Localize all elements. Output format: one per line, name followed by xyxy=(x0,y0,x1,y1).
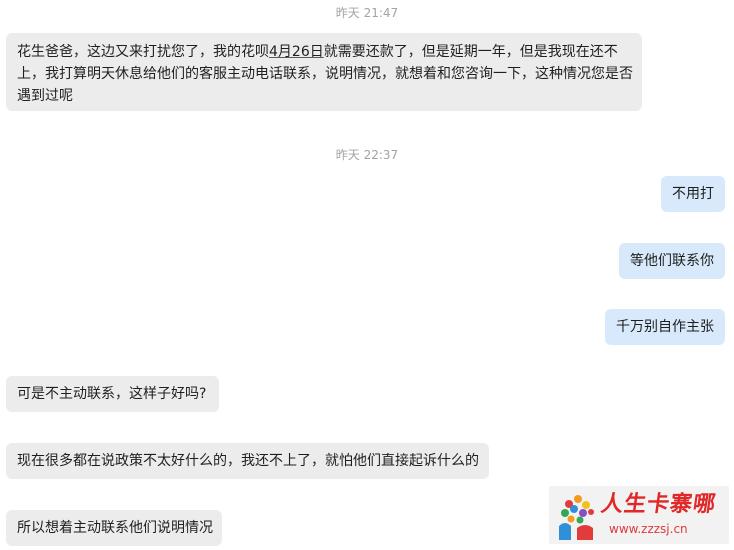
watermark-title: 人生卡寨哪 xyxy=(599,492,718,517)
watermark-url: www.zzzsj.cn xyxy=(609,522,688,536)
message-bubble-incoming[interactable]: 所以想着主动联系他们说明情况 xyxy=(6,510,222,546)
message-bubble-outgoing[interactable]: 千万别自作主张 xyxy=(605,309,725,345)
message-text: 就需要还款了，但是延期一年，但是我现在还不 xyxy=(323,44,618,60)
message-bubble-incoming[interactable]: 现在很多都在说政策不太好什么的，我还不上了，就怕他们直接起诉什么的 xyxy=(6,443,489,479)
watermark: 人生卡寨哪 www.zzzsj.cn xyxy=(549,486,729,544)
message-bubble-outgoing[interactable]: 等他们联系你 xyxy=(619,243,725,279)
message-bubble-incoming[interactable]: 花生爸爸，这边又来打扰您了，我的花呗4月26日就需要还款了，但是延期一年，但是我… xyxy=(6,33,642,111)
message-line: 遇到过呢 xyxy=(17,88,73,104)
timestamp: 昨天 22:37 xyxy=(335,148,399,162)
timestamp: 昨天 21:47 xyxy=(335,6,399,20)
message-line: 花生爸爸，这边又来打扰您了，我的花呗4月26日就需要还款了，但是延期一年，但是我… xyxy=(17,41,632,63)
date-link[interactable]: 4月26日 xyxy=(269,44,324,60)
message-bubble-incoming[interactable]: 可是不主动联系，这样子好吗? xyxy=(6,376,219,412)
message-line: 上，我打算明天休息给他们的客服主动电话联系，说明情况，就想着和您咨询一下，这种情… xyxy=(17,66,633,82)
message-bubble-outgoing[interactable]: 不用打 xyxy=(661,176,725,212)
brain-logo-icon xyxy=(559,495,594,540)
message-text: 花生爸爸，这边又来打扰您了，我的花呗 xyxy=(17,44,269,60)
